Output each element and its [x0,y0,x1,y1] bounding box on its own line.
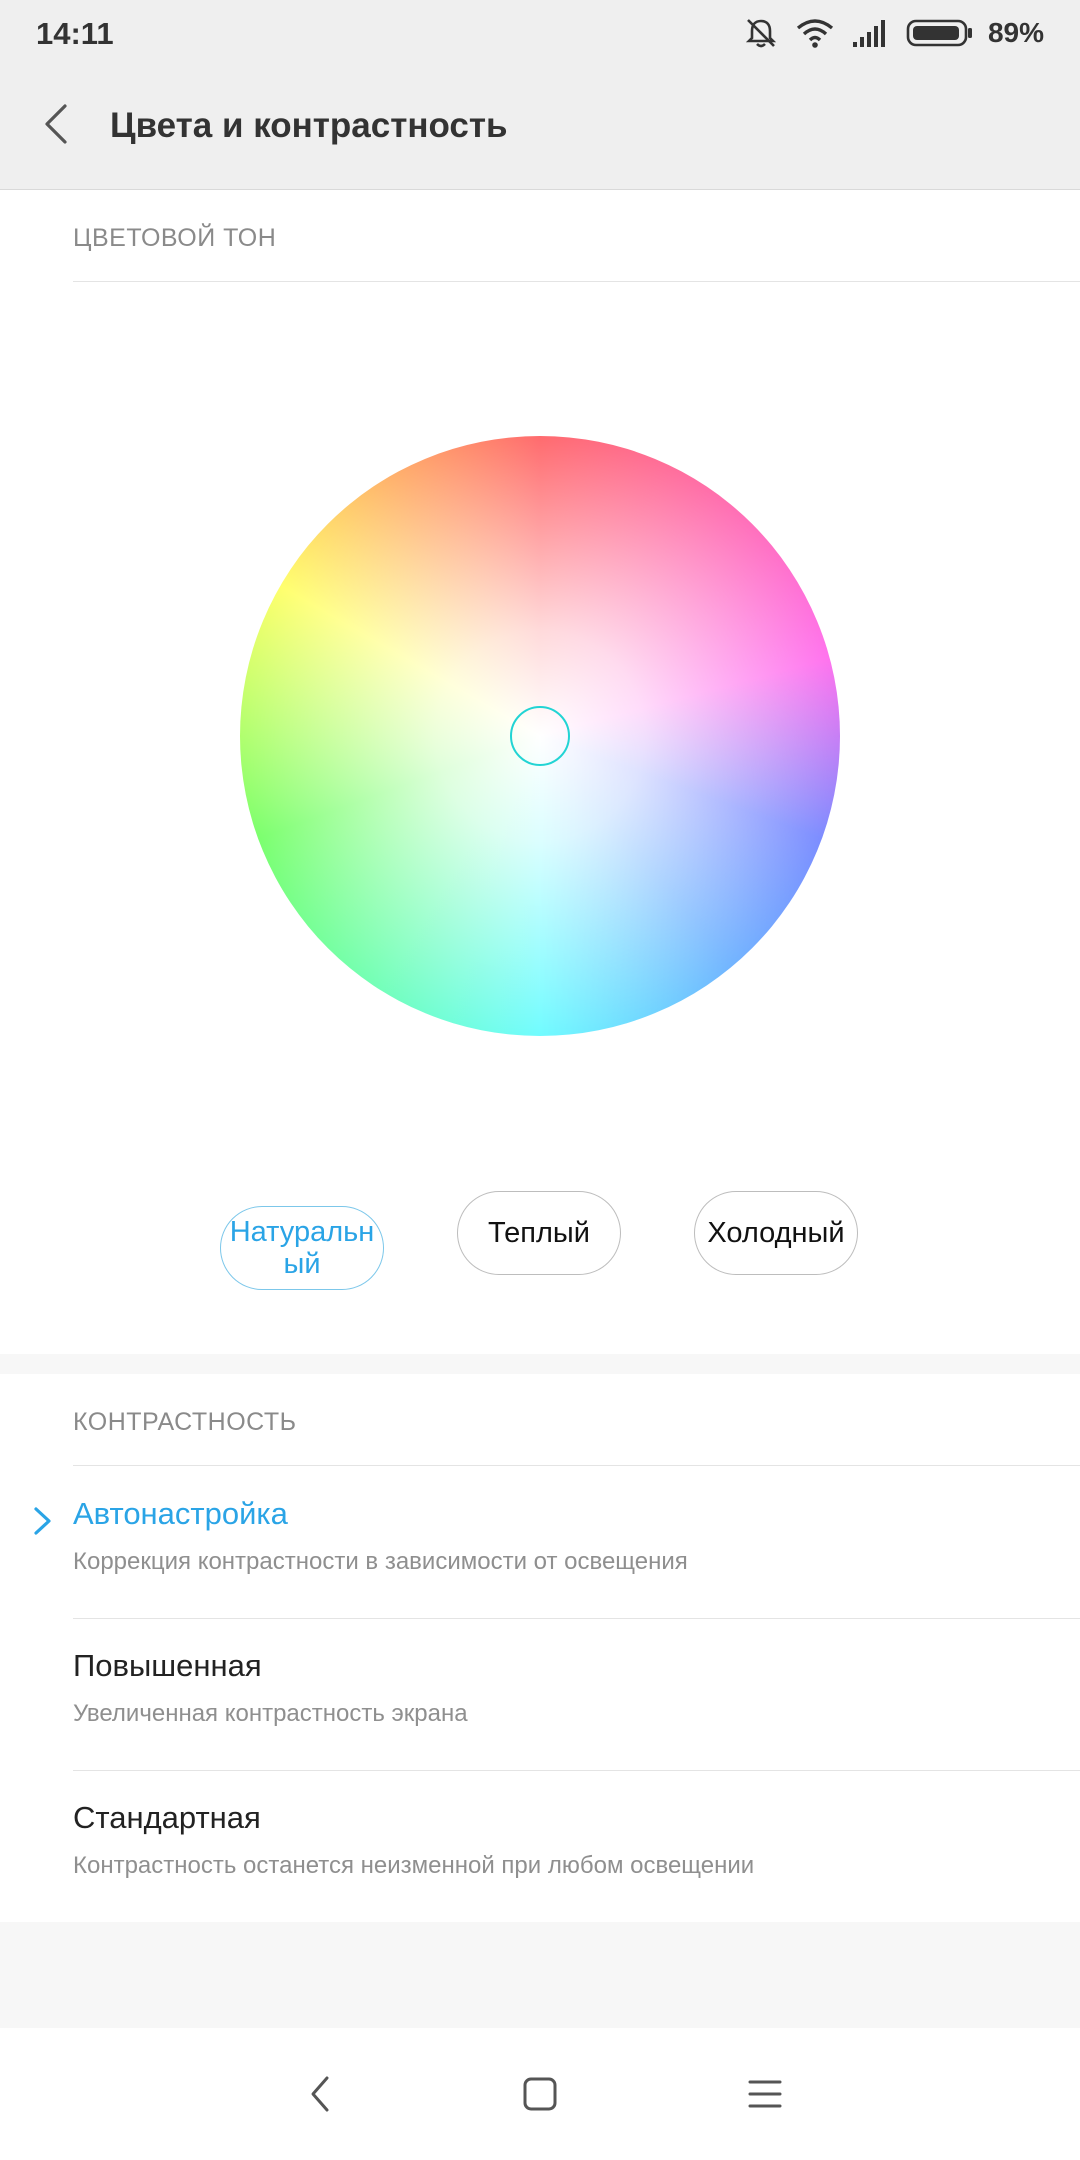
nav-back-button[interactable] [290,2064,350,2124]
option-subtitle: Контрастность останется неизменной при л… [73,1852,755,1879]
nav-home-button[interactable] [510,2064,570,2124]
nav-menu-icon [748,2080,782,2108]
page-title: Цвета и контрастность [110,106,508,145]
chevron-right-icon [34,1507,51,1535]
contrast-option-auto[interactable]: Автонастройка Коррекция контрастности в … [0,1466,1080,1618]
contrast-card: КОНТРАСТНОСТЬ Автонастройка Коррекция ко… [0,1374,1080,1922]
color-tone-section-title: ЦВЕТОВОЙ ТОН [73,224,277,252]
contrast-option-standard[interactable]: Стандартная Контрастность останется неиз… [0,1770,1080,1922]
status-time: 14:11 [36,16,114,51]
divider [73,281,1080,282]
title-bar: Цвета и контрастность [0,66,1080,190]
nav-home-icon [523,2077,557,2111]
option-title: Стандартная [73,1800,261,1835]
nav-back-icon [311,2076,329,2112]
alarm-muted-icon [745,19,777,48]
battery-icon [906,19,972,47]
navigation-bar [0,2028,1080,2160]
option-subtitle: Увеличенная контрастность экрана [73,1700,468,1727]
preset-natural-button[interactable]: Натуральный [220,1206,384,1290]
status-icons: 89% [744,14,1044,52]
option-title: Автонастройка [73,1496,288,1531]
preset-warm-button[interactable]: Теплый [457,1191,621,1275]
chevron-left-icon [45,104,67,144]
color-tone-card: ЦВЕТОВОЙ ТОН Натуральный Теплый Холодный [0,190,1080,1354]
battery-percent: 89% [987,17,1044,48]
option-title: Повышенная [73,1648,262,1683]
wifi-icon [796,19,834,48]
contrast-option-high[interactable]: Повышенная Увеличенная контрастность экр… [0,1618,1080,1770]
nav-menu-button[interactable] [735,2064,795,2124]
screen: 14:11 89% Цвета и контрастность ЦВЕТОВОЙ… [0,0,1080,2160]
signal-icon [852,20,885,47]
contrast-section-title: КОНТРАСТНОСТЬ [73,1408,297,1436]
status-bar: 14:11 89% [0,0,1080,66]
option-subtitle: Коррекция контрастности в зависимости от… [73,1548,688,1575]
preset-cold-button[interactable]: Холодный [694,1191,858,1275]
color-wheel-handle[interactable] [510,706,570,766]
back-button[interactable] [26,94,86,154]
